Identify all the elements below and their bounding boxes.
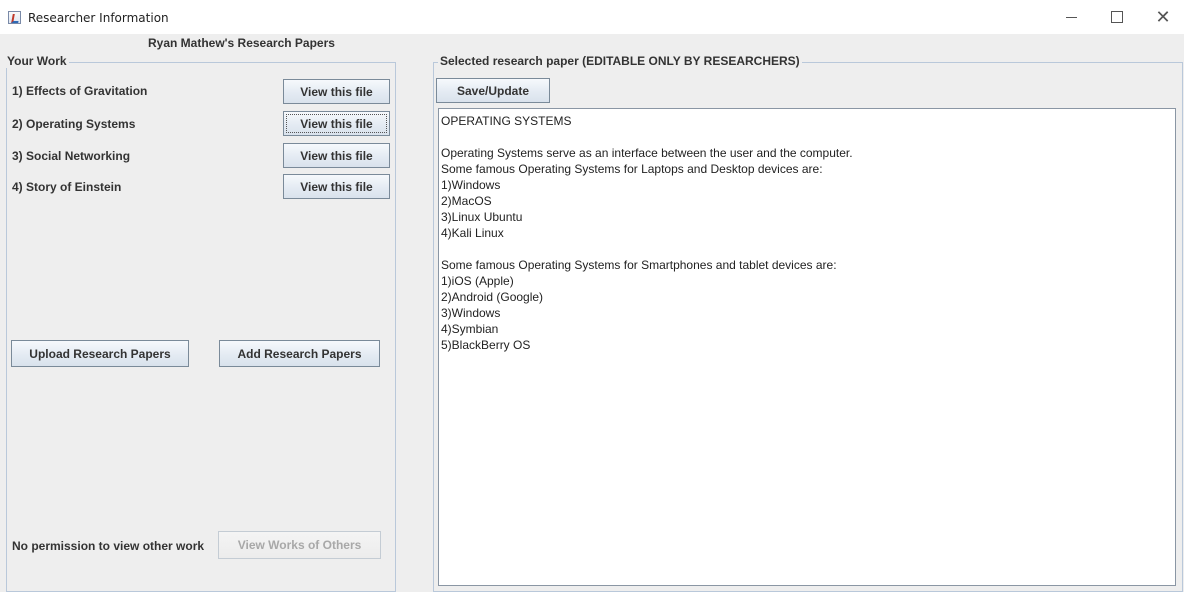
view-file-button-2[interactable]: View this file: [283, 111, 390, 136]
paper-label-3: 3) Social Networking: [12, 149, 131, 163]
minimize-button[interactable]: [1048, 0, 1094, 34]
view-file-button-4[interactable]: View this file: [283, 174, 390, 199]
no-permission-text: No permission to view other work: [12, 539, 205, 553]
maximize-button[interactable]: [1094, 0, 1140, 34]
view-works-of-others-button: View Works of Others: [218, 531, 381, 559]
maximize-icon: [1111, 11, 1123, 23]
your-work-panel: Your Work: [5, 54, 396, 592]
close-icon: ✕: [1155, 6, 1171, 28]
window-title: Researcher Information: [28, 11, 169, 25]
title-bar: Researcher Information ✕: [0, 0, 1184, 34]
upload-research-papers-button[interactable]: Upload Research Papers: [11, 340, 189, 367]
your-work-legend: Your Work: [5, 54, 69, 68]
paper-content-textarea[interactable]: OPERATING SYSTEMS Operating Systems serv…: [438, 108, 1176, 586]
paper-label-1: 1) Effects of Gravitation: [12, 84, 148, 98]
view-file-button-3[interactable]: View this file: [283, 143, 390, 168]
owner-heading: Ryan Mathew's Research Papers: [148, 36, 335, 50]
add-research-papers-button[interactable]: Add Research Papers: [219, 340, 380, 367]
view-file-button-1[interactable]: View this file: [283, 79, 390, 104]
java-app-icon: [8, 11, 21, 24]
paper-label-4: 4) Story of Einstein: [12, 180, 122, 194]
minimize-icon: [1065, 16, 1077, 18]
save-update-button[interactable]: Save/Update: [436, 78, 550, 103]
close-button[interactable]: ✕: [1140, 0, 1184, 34]
paper-label-2: 2) Operating Systems: [12, 117, 136, 131]
selected-paper-legend: Selected research paper (EDITABLE ONLY B…: [438, 54, 802, 68]
